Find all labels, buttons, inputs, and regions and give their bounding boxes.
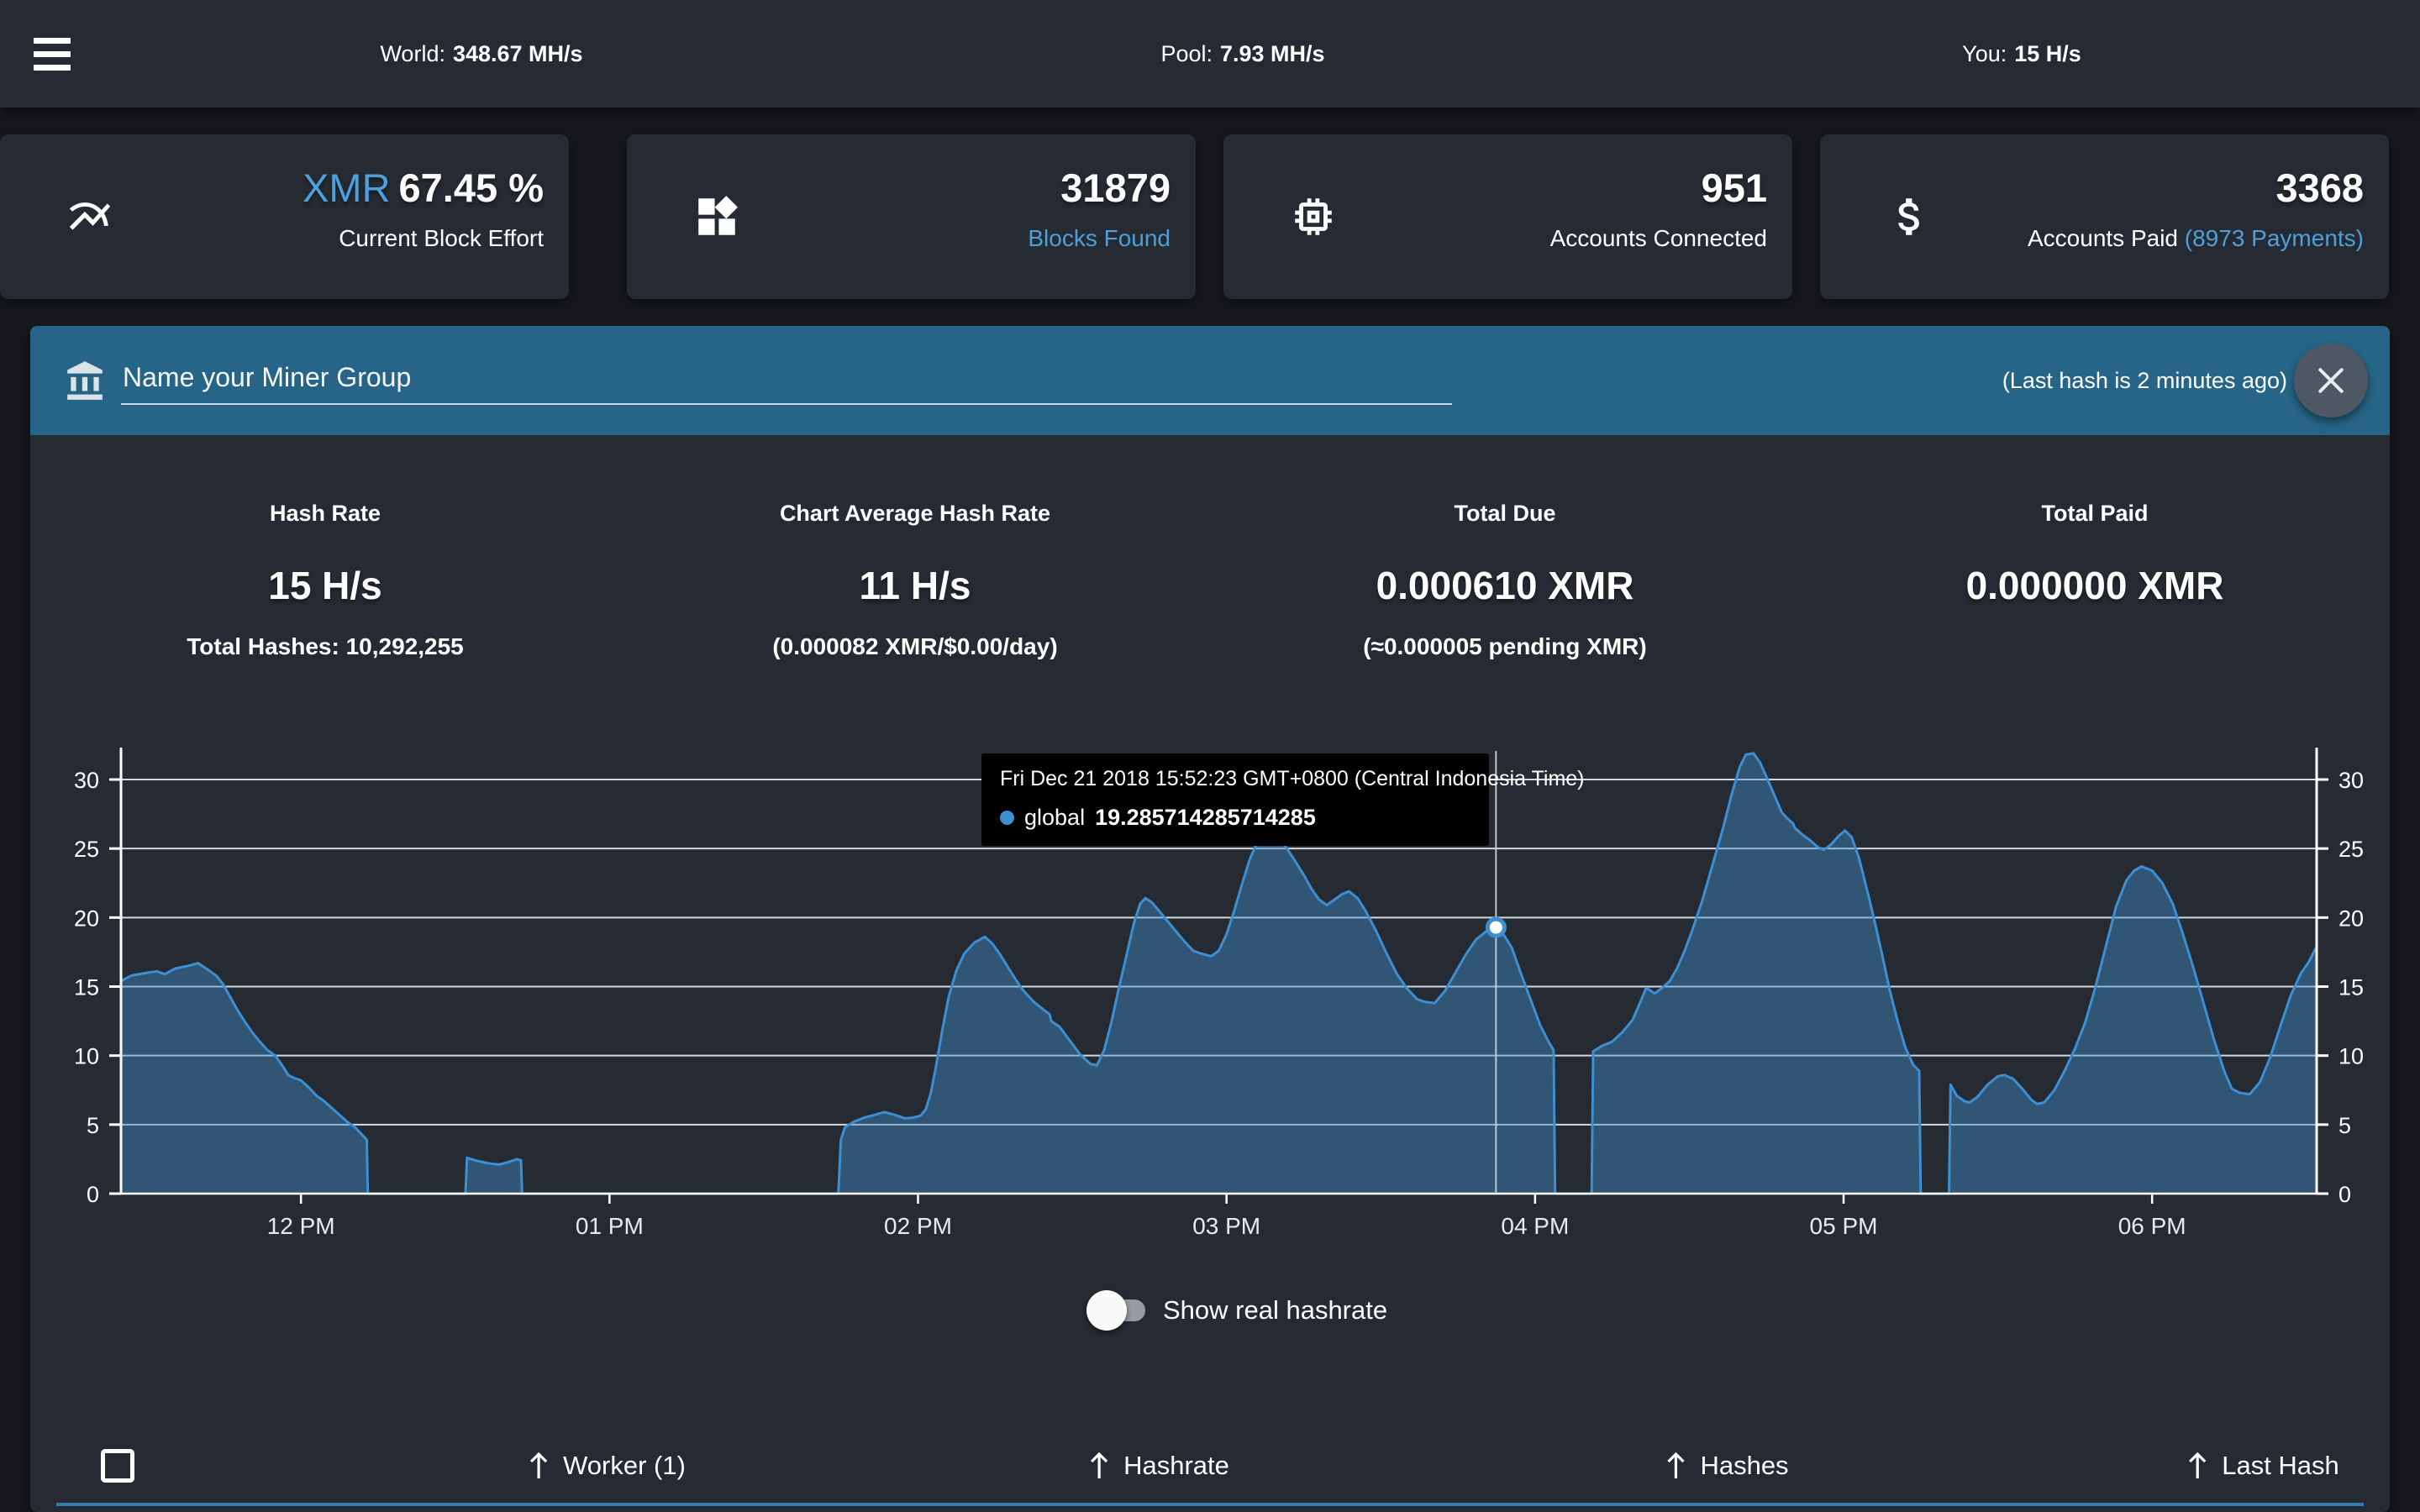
series-dot-icon [1000,811,1014,825]
miner-group-name-input[interactable] [121,351,1452,405]
svg-text:15: 15 [2338,975,2364,1000]
stat-sub: (0.000082 XMR/$0.00/day) [620,633,1210,660]
last-hash-status: (Last hash is 2 minutes ago) [2002,326,2287,435]
miner-stats-panel: (Last hash is 2 minutes ago) Hash Rate 1… [30,326,2390,1512]
accounts-connected-value: 951 [1702,165,1767,211]
stat-label: Total Due [1210,501,1800,527]
svg-text:0: 0 [87,1182,99,1207]
table-header-divider [56,1503,2364,1506]
svg-text:10: 10 [74,1044,99,1069]
tooltip-series: global [1024,805,1085,831]
svg-text:12 PM: 12 PM [267,1213,335,1239]
you-value: 15 H/s [2014,41,2081,67]
card-block-effort: XMR67.45 % Current Block Effort [0,134,569,299]
svg-text:01 PM: 01 PM [576,1213,644,1239]
svg-text:5: 5 [2338,1113,2351,1138]
svg-text:30: 30 [74,768,99,793]
svg-text:04 PM: 04 PM [1501,1213,1569,1239]
svg-text:10: 10 [2338,1044,2364,1069]
stat-value: 11 H/s [620,563,1210,608]
toggle-knob[interactable] [1086,1290,1127,1331]
svg-text:15: 15 [74,975,99,1000]
sort-arrow-icon [1088,1451,1110,1481]
svg-text:25: 25 [74,837,99,862]
sort-arrow-icon [1665,1451,1686,1481]
pool-label: Pool: [1160,41,1213,67]
svg-text:5: 5 [87,1113,99,1138]
close-icon[interactable] [2294,344,2368,417]
pool-hashrate: Pool: 7.93 MH/s [1160,0,1324,108]
svg-text:05 PM: 05 PM [1810,1213,1878,1239]
svg-text:20: 20 [2338,906,2364,931]
sort-arrow-icon [528,1451,550,1481]
accounts-paid-label: Accounts Paid (8973 Payments) [2028,225,2364,252]
blocks-found-link[interactable]: Blocks Found [1028,225,1171,252]
stat-label: Total Paid [1800,501,2390,527]
world-value: 348.67 MH/s [453,41,583,67]
memory-chip-icon [1289,192,1338,241]
svg-text:30: 30 [2338,768,2364,793]
you-label: You: [1962,41,2007,67]
column-header-hashrate[interactable]: Hashrate [1088,1446,1229,1486]
accounts-connected-label: Accounts Connected [1550,225,1767,252]
world-hashrate: World: 348.67 MH/s [380,0,582,108]
your-hashrate: You: 15 H/s [1962,0,2081,108]
stat-value: 0.000000 XMR [1800,563,2390,608]
select-all-checkbox[interactable] [101,1449,134,1483]
block-effort-label: Current Block Effort [339,225,544,252]
svg-text:25: 25 [2338,837,2364,862]
widgets-icon [692,192,741,241]
chart-tooltip: Fri Dec 21 2018 15:52:23 GMT+0800 (Centr… [981,753,1489,846]
stat-label: Hash Rate [30,501,620,527]
card-accounts-paid: 3368 Accounts Paid (8973 Payments) [1820,134,2389,299]
show-real-hashrate-toggle[interactable] [1092,1299,1145,1321]
dollar-icon [1886,192,1934,241]
column-header-last-hash[interactable]: Last Hash [2186,1446,2339,1486]
svg-text:02 PM: 02 PM [884,1213,952,1239]
tooltip-date: Fri Dec 21 2018 15:52:23 GMT+0800 (Centr… [1000,767,1470,791]
pool-value: 7.93 MH/s [1220,41,1325,67]
menu-icon[interactable] [34,38,71,71]
miner-group-banner: (Last hash is 2 minutes ago) [30,326,2390,435]
stat-value: 0.000610 XMR [1210,563,1800,608]
world-label: World: [380,41,445,67]
bank-icon [64,360,106,402]
stat-label: Chart Average Hash Rate [620,501,1210,527]
column-header-hashes[interactable]: Hashes [1665,1446,1788,1486]
svg-text:03 PM: 03 PM [1192,1213,1260,1239]
payments-link[interactable]: (8973 Payments) [2185,225,2364,251]
column-header-worker[interactable]: Worker (1) [528,1446,686,1486]
stat-sub: Total Hashes: 10,292,255 [30,633,620,660]
multiline-chart-icon [66,192,114,241]
svg-text:06 PM: 06 PM [2118,1213,2186,1239]
block-effort-value: XMR67.45 % [302,165,544,211]
block-effort-currency: XMR [302,165,390,210]
stat-value: 15 H/s [30,563,620,608]
card-accounts-connected: 951 Accounts Connected [1223,134,1792,299]
card-blocks-found: 31879 Blocks Found [627,134,1196,299]
tooltip-value: 19.285714285714285 [1095,805,1316,831]
stat-sub: (≈0.000005 pending XMR) [1210,633,1800,660]
svg-text:0: 0 [2338,1182,2351,1207]
blocks-found-value: 31879 [1060,165,1171,211]
accounts-paid-value: 3368 [2275,165,2364,211]
toggle-label: Show real hashrate [1163,1290,1387,1331]
top-bar: World: 348.67 MH/s Pool: 7.93 MH/s You: … [0,0,2420,108]
sort-arrow-icon [2186,1451,2208,1481]
svg-text:20: 20 [74,906,99,931]
